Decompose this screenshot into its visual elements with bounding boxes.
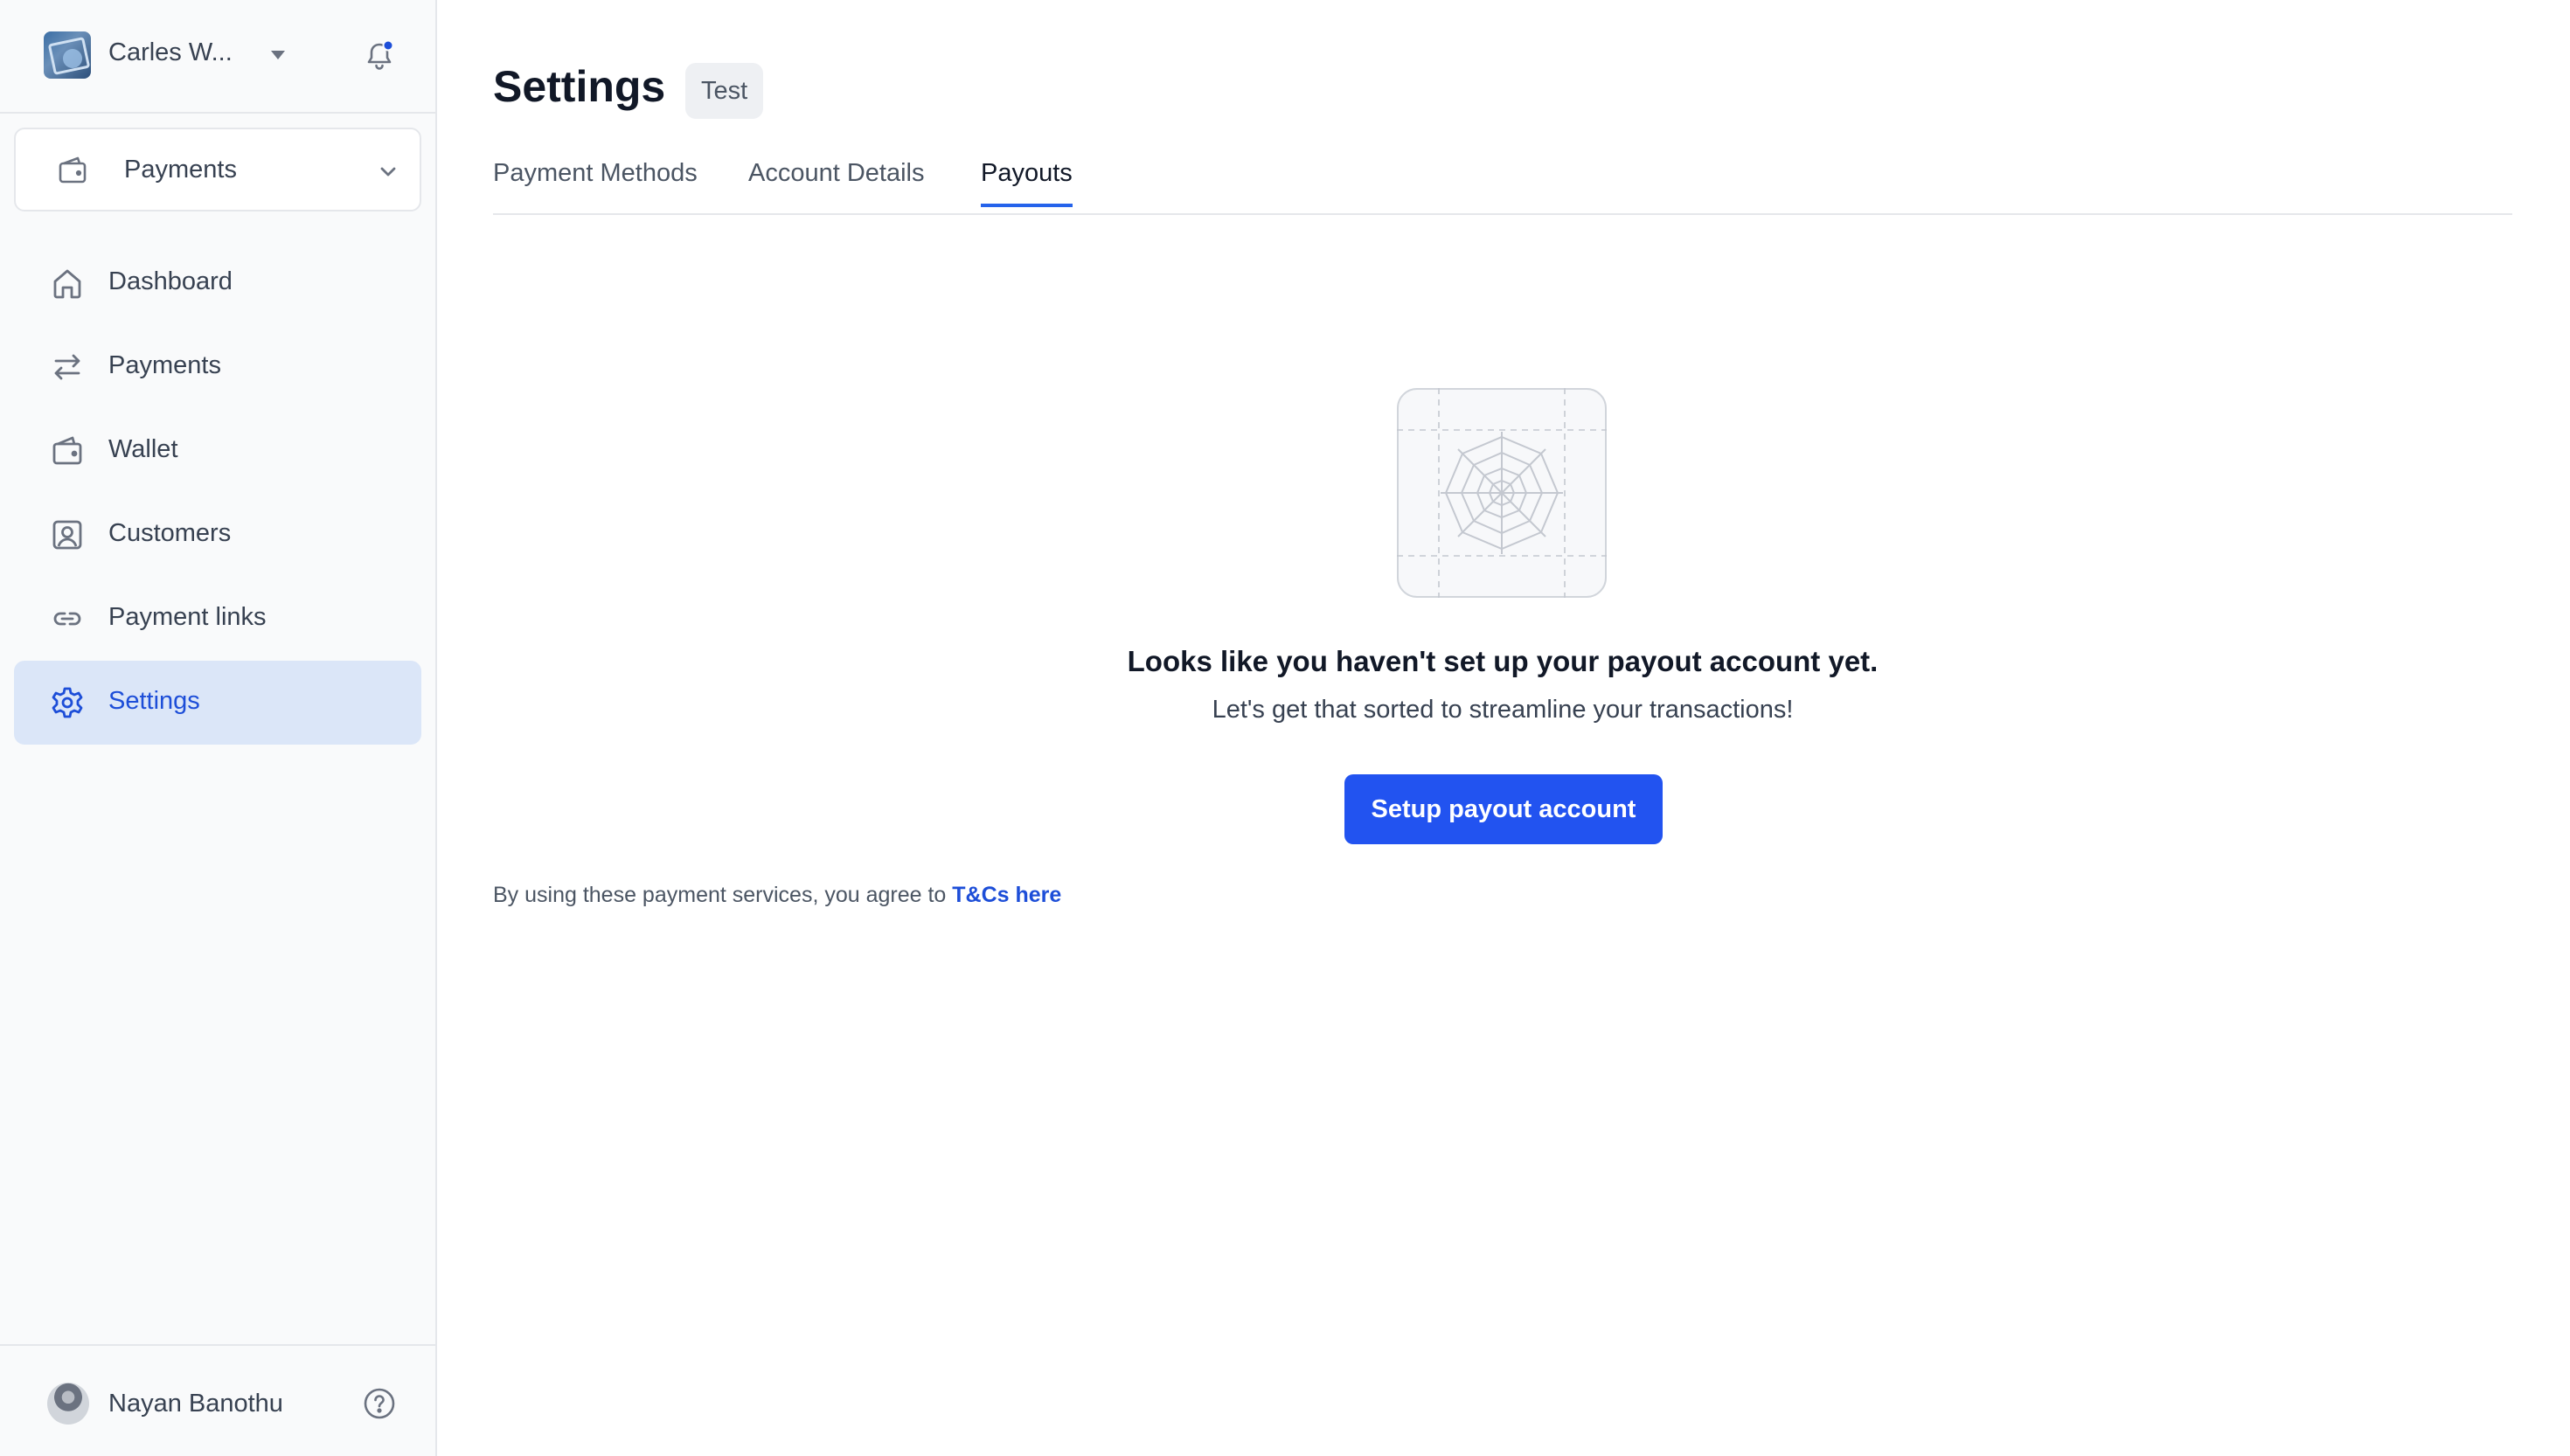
sidebar-nav: Dashboard Payments Wallet Customers Paym… (14, 241, 421, 745)
sidebar-item-payments[interactable]: Payments (14, 325, 421, 409)
org-switcher-caret-icon[interactable] (271, 51, 285, 59)
sidebar-item-dashboard[interactable]: Dashboard (14, 241, 421, 325)
user-name[interactable]: Nayan Banothu (108, 1390, 283, 1418)
sidebar-header: Carles W... (0, 0, 435, 114)
chevron-down-icon (374, 157, 402, 185)
sidebar: Carles W... Payments Dashboard Payments … (0, 0, 437, 1456)
page-title: Settings (493, 62, 666, 111)
sidebar-item-settings[interactable]: Settings (14, 661, 421, 745)
sidebar-item-label: Settings (108, 687, 200, 715)
sidebar-item-label: Payments (108, 351, 221, 379)
user-square-icon (49, 517, 86, 553)
sidebar-item-label: Dashboard (108, 267, 233, 295)
spider-web-icon (1397, 388, 1607, 598)
link-icon (49, 600, 86, 637)
sidebar-item-payment-links[interactable]: Payment links (14, 577, 421, 661)
tab-payouts[interactable]: Payouts (981, 159, 1073, 207)
notification-bell-icon[interactable] (362, 38, 397, 73)
gear-icon (49, 684, 86, 721)
setup-payout-account-button[interactable]: Setup payout account (1344, 774, 1663, 844)
sidebar-item-label: Payment links (108, 603, 267, 631)
sidebar-item-label: Customers (108, 519, 232, 547)
wallet-icon (56, 154, 89, 187)
help-icon[interactable] (362, 1386, 397, 1421)
avatar[interactable] (47, 1383, 89, 1425)
settings-tabs: Payment Methods Account Details Payouts (493, 152, 2512, 215)
arrows-exchange-icon (49, 349, 86, 385)
main-content: Settings Test Payment Methods Account De… (439, 0, 2570, 1456)
org-name[interactable]: Carles W... (108, 38, 233, 67)
sidebar-item-label: Wallet (108, 435, 178, 463)
tab-payment-methods[interactable]: Payment Methods (493, 159, 698, 204)
empty-state-subtitle: Let's get that sorted to streamline your… (1212, 696, 1794, 724)
sidebar-item-customers[interactable]: Customers (14, 493, 421, 577)
wallet-icon (49, 433, 86, 469)
sidebar-item-wallet[interactable]: Wallet (14, 409, 421, 493)
sidebar-footer: Nayan Banothu (0, 1344, 435, 1456)
org-logo[interactable] (44, 31, 91, 79)
environment-badge: Test (685, 63, 764, 119)
home-icon (49, 265, 86, 302)
empty-state-title: Looks like you haven't set up your payou… (1127, 645, 1879, 677)
terms-link[interactable]: T&Cs here (952, 883, 1061, 907)
terms-text: By using these payment services, you agr… (493, 883, 953, 907)
module-switcher-label: Payments (124, 156, 237, 184)
terms-notice: By using these payment services, you agr… (493, 883, 1061, 908)
tab-account-details[interactable]: Account Details (748, 159, 925, 204)
module-switcher[interactable]: Payments (14, 128, 421, 211)
